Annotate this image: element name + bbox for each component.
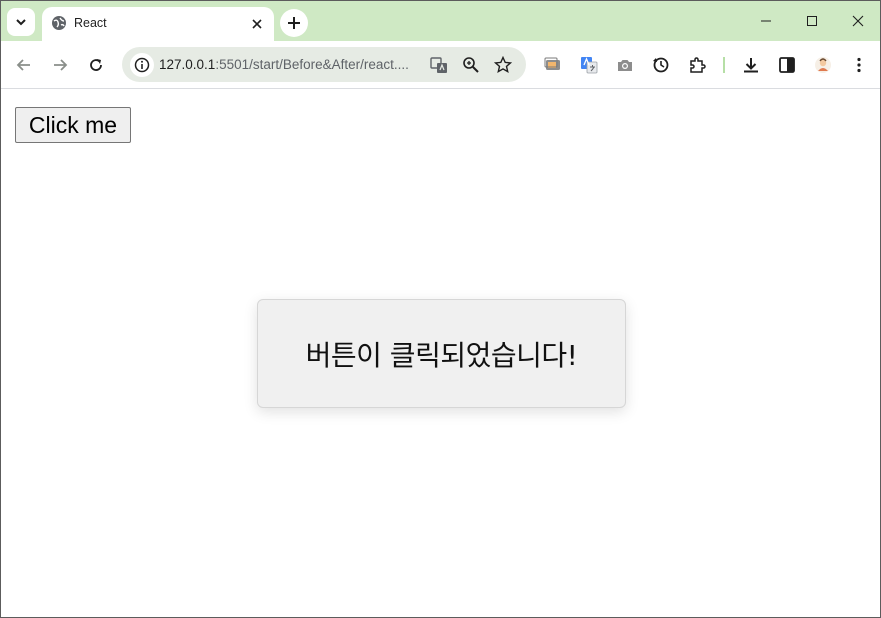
tab-search-button[interactable]	[7, 8, 35, 36]
more-vertical-icon	[857, 57, 861, 73]
google-translate-icon	[581, 57, 598, 74]
browser-toolbar: 127.0.0.1:5501/start/Before&After/react.…	[1, 41, 880, 89]
forward-button[interactable]	[49, 54, 71, 76]
extensions-button[interactable]	[686, 54, 708, 76]
translate-icon	[430, 57, 447, 73]
extension-4-button[interactable]	[650, 54, 672, 76]
info-icon	[134, 57, 150, 73]
browser-window: React 127.0.0.1:5501/start/Before&After/…	[0, 0, 881, 618]
close-icon	[852, 15, 864, 27]
chevron-down-icon	[16, 19, 26, 26]
toolbar-separator	[723, 57, 725, 73]
plus-icon	[288, 17, 300, 29]
url-host: 127.0.0.1	[159, 57, 216, 72]
site-info-button[interactable]	[130, 53, 154, 77]
forward-arrow-icon	[54, 59, 68, 71]
address-bar[interactable]: 127.0.0.1:5501/start/Before&After/react.…	[122, 47, 526, 82]
puzzle-icon	[690, 57, 706, 73]
bookmark-button[interactable]	[493, 55, 513, 75]
page-content: Click me 버튼이 클릭되었습니다!	[1, 89, 880, 617]
zoom-button[interactable]	[461, 55, 481, 75]
minimize-icon	[761, 20, 771, 22]
sync-icon	[653, 57, 669, 73]
modal-dialog: 버튼이 클릭되었습니다!	[257, 299, 626, 408]
close-window-button[interactable]	[848, 11, 868, 31]
click-me-button[interactable]: Click me	[15, 107, 131, 143]
maximize-button[interactable]	[802, 11, 822, 31]
extension-3-button[interactable]	[614, 54, 636, 76]
extension-2-button[interactable]	[578, 54, 600, 76]
url-path: :5501/start/Before&After/react....	[215, 57, 409, 72]
profile-button[interactable]	[812, 54, 834, 76]
side-panel-icon	[779, 57, 795, 73]
extension-1-button[interactable]	[542, 54, 564, 76]
translate-button[interactable]	[429, 55, 449, 75]
back-arrow-icon	[16, 59, 30, 71]
avatar-icon	[815, 57, 831, 73]
image-extension-icon	[544, 57, 560, 70]
back-button[interactable]	[13, 54, 35, 76]
close-icon[interactable]	[249, 16, 265, 32]
tab-react[interactable]: React	[42, 7, 274, 41]
reload-button[interactable]	[85, 54, 107, 76]
camera-icon	[618, 60, 632, 71]
tab-title: React	[74, 16, 107, 30]
star-icon	[494, 56, 512, 74]
maximize-icon	[807, 16, 817, 26]
reload-icon	[90, 59, 102, 71]
downloads-button[interactable]	[740, 54, 762, 76]
tab-strip: React	[1, 1, 880, 41]
new-tab-button[interactable]	[280, 9, 308, 37]
globe-icon	[52, 16, 66, 30]
download-icon	[744, 58, 758, 73]
zoom-icon	[463, 57, 479, 73]
url-text[interactable]: 127.0.0.1:5501/start/Before&After/react.…	[159, 57, 409, 72]
modal-message: 버튼이 클릭되었습니다!	[305, 338, 578, 372]
side-panel-button[interactable]	[776, 54, 798, 76]
menu-button[interactable]	[848, 54, 870, 76]
minimize-button[interactable]	[756, 11, 776, 31]
